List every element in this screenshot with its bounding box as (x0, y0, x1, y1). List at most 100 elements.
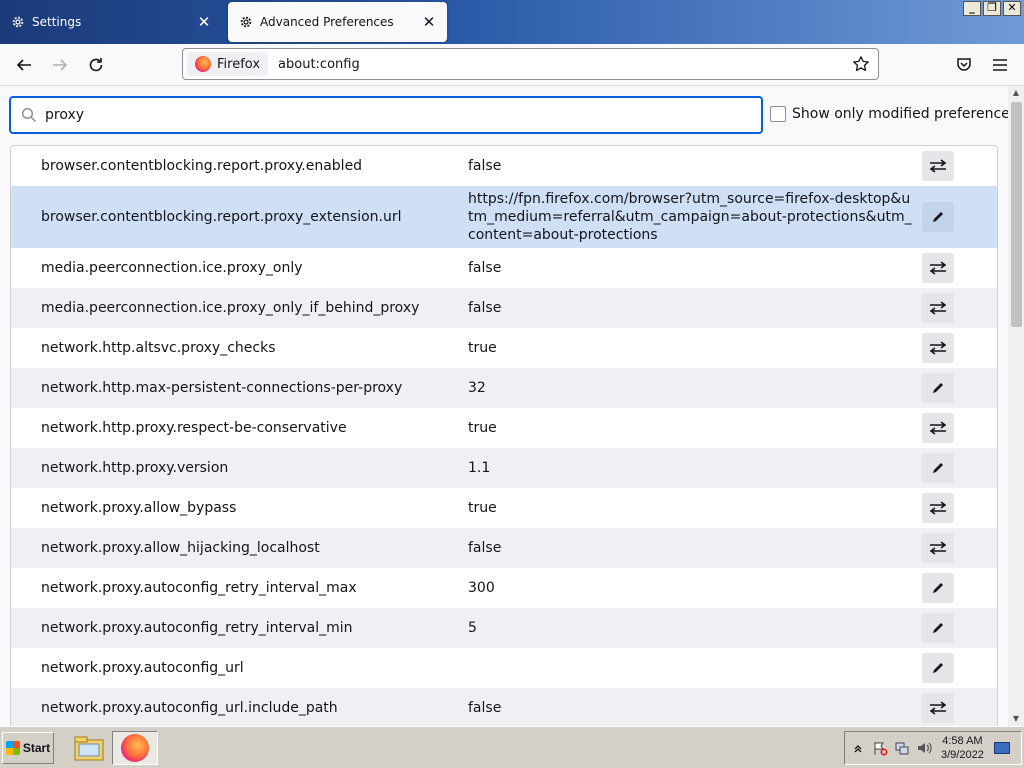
preference-row[interactable]: network.http.proxy.respect-be-conservati… (11, 408, 997, 448)
preference-name: media.peerconnection.ice.proxy_only_if_b… (41, 300, 420, 316)
preference-row[interactable]: browser.contentblocking.report.proxy_ext… (11, 186, 997, 248)
taskbar: Start 4:58 AM 3/9/2022 (0, 726, 1024, 768)
preference-value[interactable]: 5 (468, 619, 914, 637)
preference-value[interactable]: false (468, 299, 914, 317)
toggle-button[interactable] (922, 151, 954, 181)
preference-value[interactable]: false (468, 157, 914, 175)
action-center-flag-icon[interactable] (871, 739, 889, 757)
toggle-arrows-icon (929, 501, 947, 515)
show-desktop-icon[interactable] (993, 742, 1010, 754)
pocket-icon (957, 58, 971, 71)
search-box[interactable] (9, 96, 763, 134)
start-button[interactable]: Start (2, 732, 54, 764)
preference-row[interactable]: network.http.proxy.version 1.1 (11, 448, 997, 488)
reload-button[interactable] (81, 50, 111, 80)
preference-name: network.http.proxy.respect-be-conservati… (41, 420, 347, 436)
preference-row[interactable]: network.proxy.allow_hijacking_localhost f… (11, 528, 997, 568)
preference-value[interactable]: 32 (468, 379, 914, 397)
preference-row[interactable]: media.peerconnection.ice.proxy_only false (11, 248, 997, 288)
scrollbar-thumb[interactable] (1011, 102, 1022, 327)
preference-value[interactable]: true (468, 339, 914, 357)
identity-box[interactable]: Firefox (187, 52, 269, 76)
tab-settings[interactable]: Settings ✕ (0, 2, 222, 42)
preference-row[interactable]: network.proxy.autoconfig_url.include_pat… (11, 688, 997, 726)
edit-button[interactable] (922, 653, 954, 683)
taskbar-explorer[interactable] (66, 731, 112, 765)
forward-button[interactable] (45, 50, 75, 80)
preference-row[interactable]: browser.contentblocking.report.proxy.ena… (11, 146, 997, 186)
scroll-up-arrow-icon[interactable]: ▲ (1008, 86, 1024, 100)
close-tab-icon[interactable]: ✕ (417, 10, 441, 34)
toggle-arrows-icon (929, 421, 947, 435)
close-tab-icon[interactable]: ✕ (192, 10, 216, 34)
network-icon[interactable] (893, 739, 911, 757)
gear-icon (238, 14, 254, 30)
toggle-button[interactable] (922, 493, 954, 523)
back-arrow-icon (16, 59, 31, 71)
toggle-button[interactable] (922, 333, 954, 363)
show-modified-toggle[interactable]: Show only modified preferences (770, 106, 1008, 122)
preference-value[interactable]: 300 (468, 579, 914, 597)
edit-button[interactable] (922, 453, 954, 483)
clock[interactable]: 4:58 AM 3/9/2022 (941, 734, 984, 762)
preference-value[interactable]: false (468, 699, 914, 717)
toggle-button[interactable] (922, 533, 954, 563)
preference-row[interactable]: network.proxy.autoconfig_retry_interval_… (11, 568, 997, 608)
pencil-icon (931, 210, 945, 224)
app-menu-button[interactable] (985, 50, 1015, 80)
window-controls: _ ❐ ✕ (963, 1, 1021, 16)
preference-row[interactable]: network.proxy.autoconfig_url (11, 648, 997, 688)
preference-name: network.http.proxy.version (41, 460, 229, 476)
identity-label: Firefox (217, 56, 261, 72)
minimize-button[interactable]: _ (963, 1, 981, 16)
edit-button[interactable] (922, 613, 954, 643)
preference-value[interactable]: true (468, 499, 914, 517)
toggle-arrows-icon (929, 541, 947, 555)
taskbar-firefox[interactable] (112, 731, 158, 765)
preference-name: network.proxy.autoconfig_url (41, 660, 244, 676)
url-bar[interactable]: Firefox about:config (182, 48, 879, 80)
close-window-button[interactable]: ✕ (1003, 1, 1021, 16)
page-scrollbar[interactable]: ▲ ▼ (1008, 86, 1024, 726)
preference-name: browser.contentblocking.report.proxy.ena… (41, 158, 363, 174)
toggle-arrows-icon (929, 341, 947, 355)
pocket-button[interactable] (949, 50, 979, 80)
preference-value[interactable]: https://fpn.firefox.com/browser?utm_sour… (468, 190, 914, 244)
preference-name: media.peerconnection.ice.proxy_only (41, 260, 303, 276)
restore-button[interactable]: ❐ (983, 1, 1001, 16)
volume-icon[interactable] (915, 739, 933, 757)
toggle-button[interactable] (922, 253, 954, 283)
scroll-down-arrow-icon[interactable]: ▼ (1008, 712, 1024, 726)
preference-row[interactable]: media.peerconnection.ice.proxy_only_if_b… (11, 288, 997, 328)
show-modified-checkbox[interactable] (770, 106, 786, 122)
show-hidden-icons-icon[interactable] (849, 739, 867, 757)
preference-row[interactable]: network.proxy.allow_bypass true (11, 488, 997, 528)
tab-strip: Settings ✕ Advanced Preferences ✕ _ ❐ ✕ (0, 0, 1024, 44)
preference-row[interactable]: network.http.altsvc.proxy_checks true (11, 328, 997, 368)
url-text[interactable]: about:config (278, 57, 360, 72)
tab-title: Advanced Preferences (260, 15, 394, 29)
hamburger-menu-icon (993, 59, 1007, 71)
tab-advanced-preferences[interactable]: Advanced Preferences ✕ (228, 2, 447, 42)
toggle-button[interactable] (922, 293, 954, 323)
bookmark-star-icon[interactable] (850, 53, 872, 75)
preference-value[interactable]: false (468, 259, 914, 277)
preference-value[interactable]: false (468, 539, 914, 557)
firefox-icon (121, 734, 149, 762)
edit-button[interactable] (922, 573, 954, 603)
preference-row[interactable]: network.http.max-persistent-connections-… (11, 368, 997, 408)
edit-button[interactable] (922, 373, 954, 403)
show-modified-label: Show only modified preferences (792, 106, 1008, 122)
toggle-arrows-icon (929, 261, 947, 275)
search-input[interactable] (45, 107, 725, 123)
toggle-button[interactable] (922, 413, 954, 443)
firefox-logo-icon (195, 56, 211, 72)
preference-row[interactable]: network.proxy.autoconfig_retry_interval_… (11, 608, 997, 648)
toggle-button[interactable] (922, 693, 954, 723)
preference-name: browser.contentblocking.report.proxy_ext… (41, 209, 402, 225)
back-button[interactable] (9, 50, 39, 80)
edit-button[interactable] (922, 202, 954, 232)
system-tray: 4:58 AM 3/9/2022 (844, 731, 1022, 765)
preference-value[interactable]: 1.1 (468, 459, 914, 477)
preference-value[interactable]: true (468, 419, 914, 437)
